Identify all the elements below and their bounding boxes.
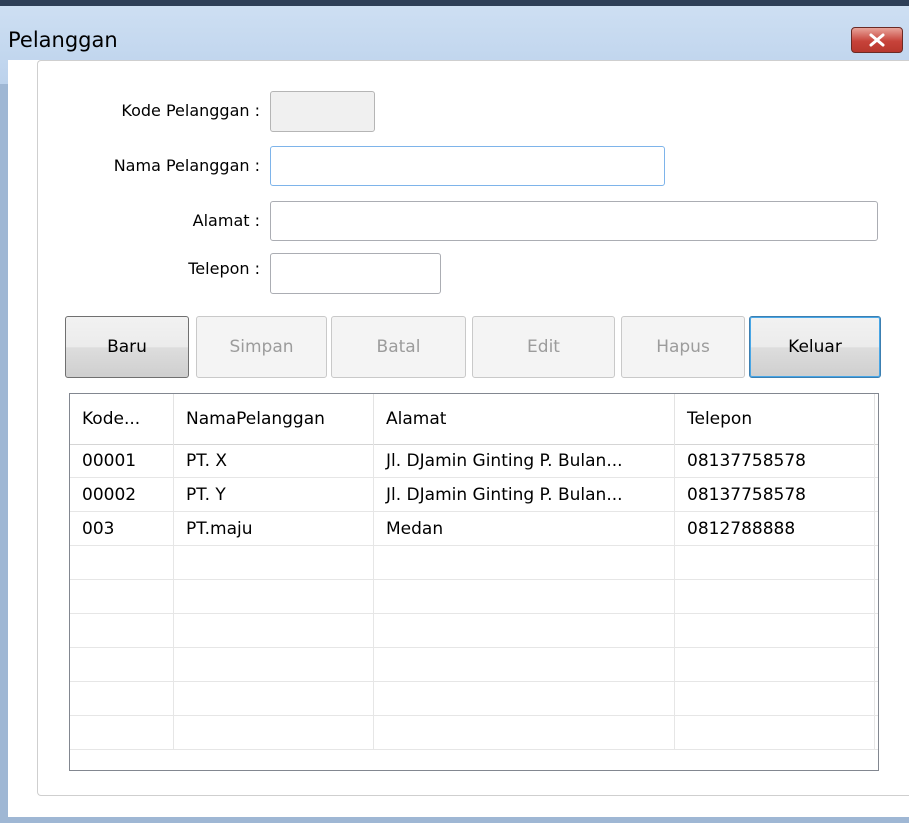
column-header-nama[interactable]: NamaPelanggan xyxy=(174,394,374,444)
alamat-label: Alamat : xyxy=(192,211,260,230)
table-row[interactable] xyxy=(70,716,878,750)
cell-kode xyxy=(70,648,174,682)
cell-telepon xyxy=(675,614,875,648)
table-row[interactable]: 003 PT.maju Medan 0812788888 xyxy=(70,512,878,546)
pelanggan-grid[interactable]: Kode... NamaPelanggan Alamat Telepon 000… xyxy=(69,393,879,771)
cell-telepon xyxy=(675,648,875,682)
column-header-kode[interactable]: Kode... xyxy=(70,394,174,444)
table-row[interactable] xyxy=(70,580,878,614)
pelanggan-window: Pelanggan Kode Pelanggan : Nama Pelangga… xyxy=(0,0,909,823)
close-button[interactable] xyxy=(851,27,903,53)
keluar-button[interactable]: Keluar xyxy=(749,316,881,378)
cell-kode: 00002 xyxy=(70,478,174,512)
cell-alamat xyxy=(374,648,675,682)
cell-kode xyxy=(70,580,174,614)
window-bottom-edge xyxy=(0,817,909,823)
cell-kode: 003 xyxy=(70,512,174,546)
table-row[interactable] xyxy=(70,614,878,648)
cell-alamat xyxy=(374,580,675,614)
cell-telepon: 08137758578 xyxy=(675,444,875,478)
cell-kode: 00001 xyxy=(70,444,174,478)
cell-nama xyxy=(174,546,374,580)
table-row[interactable] xyxy=(70,648,878,682)
simpan-button[interactable]: Simpan xyxy=(196,316,327,378)
cell-nama xyxy=(174,682,374,716)
cell-kode xyxy=(70,546,174,580)
cell-telepon xyxy=(675,716,875,750)
column-header-telepon[interactable]: Telepon xyxy=(675,394,875,444)
table-row[interactable]: 00001 PT. X Jl. DJamin Ginting P. Bulan...… xyxy=(70,444,878,478)
cell-kode xyxy=(70,716,174,750)
cell-telepon xyxy=(675,580,875,614)
hapus-button[interactable]: Hapus xyxy=(621,316,745,378)
table-row[interactable] xyxy=(70,546,878,580)
alamat-input[interactable] xyxy=(270,201,878,241)
cell-nama: PT. X xyxy=(174,444,374,478)
telepon-input[interactable] xyxy=(270,253,441,294)
telepon-label: Telepon : xyxy=(188,259,260,278)
cell-alamat: Medan xyxy=(374,512,675,546)
cell-alamat xyxy=(374,682,675,716)
table-row[interactable] xyxy=(70,682,878,716)
nama-pelanggan-input[interactable] xyxy=(270,146,665,186)
window-top-edge xyxy=(0,0,909,6)
cell-alamat: Jl. DJamin Ginting P. Bulan... xyxy=(374,478,675,512)
cell-alamat xyxy=(374,614,675,648)
column-header-alamat[interactable]: Alamat xyxy=(374,394,675,444)
close-icon xyxy=(869,33,885,47)
kode-pelanggan-label: Kode Pelanggan : xyxy=(121,101,260,120)
cell-alamat xyxy=(374,716,675,750)
cell-telepon: 0812788888 xyxy=(675,512,875,546)
nama-pelanggan-label: Nama Pelanggan : xyxy=(113,156,260,175)
baru-button[interactable]: Baru xyxy=(65,316,189,378)
cell-kode xyxy=(70,614,174,648)
cell-nama xyxy=(174,648,374,682)
edit-button[interactable]: Edit xyxy=(472,316,615,378)
cell-nama: PT. Y xyxy=(174,478,374,512)
cell-nama xyxy=(174,716,374,750)
kode-pelanggan-input[interactable] xyxy=(270,91,375,132)
cell-kode xyxy=(70,682,174,716)
cell-nama xyxy=(174,580,374,614)
cell-nama: PT.maju xyxy=(174,512,374,546)
table-row[interactable]: 00002 PT. Y Jl. DJamin Ginting P. Bulan...… xyxy=(70,478,878,512)
cell-telepon xyxy=(675,546,875,580)
cell-alamat: Jl. DJamin Ginting P. Bulan... xyxy=(374,444,675,478)
cell-alamat xyxy=(374,546,675,580)
cell-telepon: 08137758578 xyxy=(675,478,875,512)
grid-header: Kode... NamaPelanggan Alamat Telepon xyxy=(70,394,878,445)
cell-telepon xyxy=(675,682,875,716)
window-title: Pelanggan xyxy=(8,28,118,52)
cell-nama xyxy=(174,614,374,648)
batal-button[interactable]: Batal xyxy=(331,316,466,378)
